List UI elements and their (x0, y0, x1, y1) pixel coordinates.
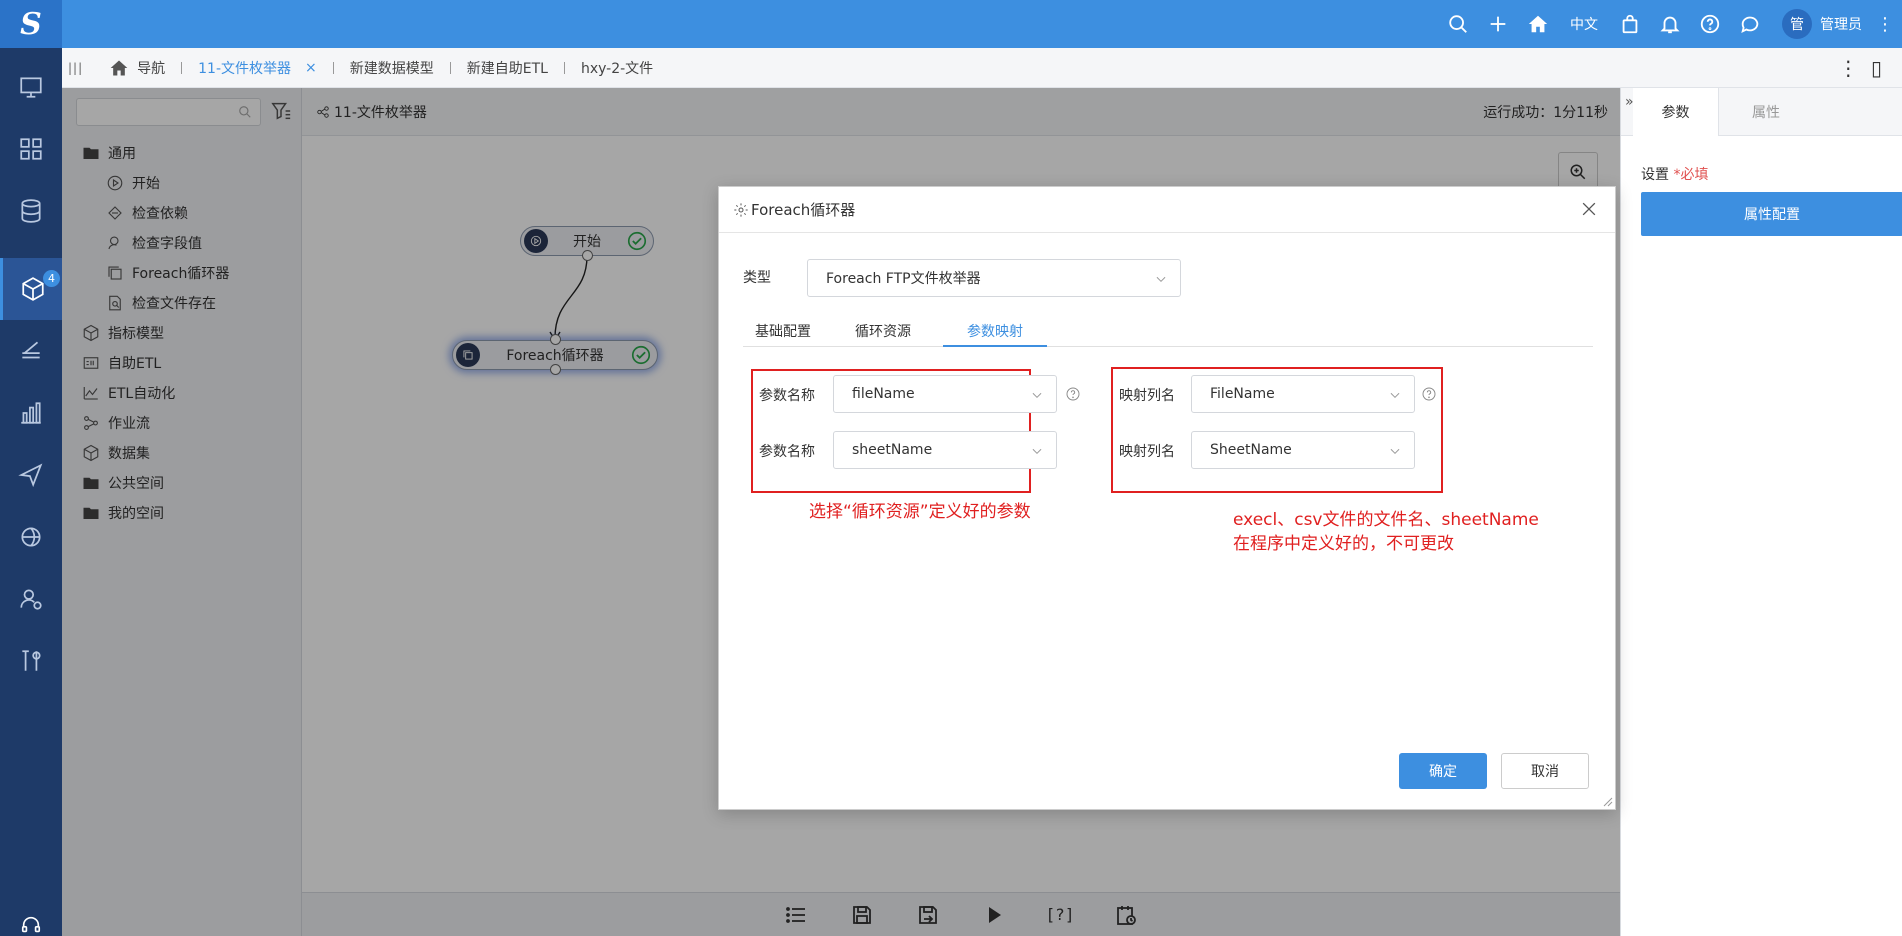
nav-chart-icon[interactable] (0, 382, 62, 444)
tab-hxy-file[interactable]: hxy-2-文件 (565, 48, 669, 88)
home-icon (110, 60, 128, 75)
nav-tools-icon[interactable] (0, 630, 62, 692)
annotation-note-right-2: 在程序中定义好的，不可更改 (1233, 534, 1454, 554)
top-bar: S 中文 管 管理员 ⋮ (0, 0, 1902, 48)
column-value: FileName (1210, 386, 1275, 402)
resize-handle-icon[interactable] (1603, 797, 1613, 807)
map-column-label: 映射列名 (1119, 444, 1175, 460)
collapse-panel-icon[interactable]: » (1625, 94, 1634, 110)
nav-monitor-icon[interactable] (0, 56, 62, 118)
param-select-1[interactable]: fileName (833, 375, 1057, 413)
nav-layers-icon[interactable] (0, 320, 62, 382)
param-value: fileName (852, 386, 915, 402)
type-select[interactable]: Foreach FTP文件枚举器 (807, 259, 1181, 297)
nav-globe-icon[interactable] (0, 506, 62, 568)
bell-icon[interactable] (1650, 0, 1690, 48)
search-icon[interactable] (1438, 0, 1478, 48)
nav-cube-icon[interactable]: 4 (0, 258, 62, 320)
tab-new-etl[interactable]: 新建自助ETL (451, 48, 564, 88)
avatar[interactable]: 管 (1782, 9, 1812, 39)
required-marker: *必填 (1673, 167, 1709, 183)
user-name[interactable]: 管理员 (1820, 14, 1862, 34)
chat-icon[interactable] (1730, 0, 1770, 48)
close-icon[interactable] (1579, 199, 1599, 219)
settings-label: 设置 *必填 (1641, 164, 1708, 184)
map-column-label: 映射列名 (1119, 388, 1175, 404)
headset-icon (21, 916, 41, 933)
home-icon[interactable] (1518, 0, 1558, 48)
type-label: 类型 (743, 270, 771, 286)
chevron-down-icon (1388, 388, 1402, 402)
tab-home[interactable]: 导航 (93, 48, 181, 88)
column-value: SheetName (1210, 442, 1292, 458)
confirm-button[interactable]: 确定 (1399, 753, 1487, 789)
tab-params[interactable]: 参数 (1633, 87, 1719, 136)
nav-database-icon[interactable] (0, 180, 62, 242)
bag-icon[interactable] (1610, 0, 1650, 48)
tab-close-icon[interactable]: × (305, 60, 317, 76)
settings-text: 设置 (1641, 167, 1669, 183)
left-nav: 4 答疑 (0, 48, 62, 936)
language-switch[interactable]: 中文 (1570, 14, 1598, 34)
nav-send-icon[interactable] (0, 444, 62, 506)
help-icon[interactable] (1065, 386, 1081, 402)
cancel-button[interactable]: 取消 (1501, 753, 1589, 789)
tabs-grip-icon[interactable]: ||| (68, 61, 83, 75)
tab-bar: ||| 导航 11-文件枚举器 × 新建数据模型 新建自助ETL hxy-2-文… (62, 48, 1902, 88)
tab-new-data-model[interactable]: 新建数据模型 (334, 48, 450, 88)
chevron-down-icon (1154, 272, 1168, 286)
app-logo[interactable]: S (0, 0, 62, 48)
tab-file-enumerator[interactable]: 11-文件枚举器 × (182, 48, 333, 88)
foreach-dialog: Foreach循环器 类型 Foreach FTP文件枚举器 基础配置 循环资源… (718, 186, 1616, 810)
param-select-2[interactable]: sheetName (833, 431, 1057, 469)
nav-user-settings-icon[interactable] (0, 568, 62, 630)
tab-label: 新建数据模型 (349, 60, 434, 77)
param-name-label: 参数名称 (759, 444, 815, 460)
tab-loop-resource[interactable]: 循环资源 (843, 321, 923, 347)
tab-basic-config[interactable]: 基础配置 (743, 321, 823, 347)
dialog-tabs: 基础配置 循环资源 参数映射 (743, 321, 1593, 347)
dialog-header: Foreach循环器 (719, 187, 1615, 233)
tab-label: 11-文件枚举器 (198, 60, 292, 77)
plus-icon[interactable] (1478, 0, 1518, 48)
more-vertical-icon[interactable]: ⋮ (1876, 14, 1894, 35)
nav-dashboard-icon[interactable] (0, 118, 62, 180)
gear-icon (734, 202, 748, 217)
param-value: sheetName (852, 442, 933, 458)
tab-properties[interactable]: 属性 (1723, 88, 1809, 136)
help-circle-icon[interactable] (1690, 0, 1730, 48)
dialog-title: Foreach循环器 (751, 201, 856, 219)
annotation-note-left: 选择“循环资源”定义好的参数 (809, 502, 1031, 522)
help-qa[interactable]: 答疑 (0, 914, 62, 936)
nav-badge: 4 (43, 270, 60, 287)
tab-param-mapping[interactable]: 参数映射 (943, 321, 1047, 347)
tabs-more-icon[interactable]: ⋮ ▯ (1838, 48, 1882, 88)
chevron-down-icon (1030, 444, 1044, 458)
column-select-1[interactable]: FileName (1191, 375, 1415, 413)
tab-label: hxy-2-文件 (580, 60, 654, 77)
property-config-button[interactable]: 属性配置 (1641, 192, 1902, 236)
param-name-label: 参数名称 (759, 388, 815, 404)
help-icon[interactable] (1421, 386, 1437, 402)
column-select-2[interactable]: SheetName (1191, 431, 1415, 469)
annotation-note-right-1: execl、csv文件的文件名、sheetName (1233, 510, 1539, 530)
right-panel: » 参数 属性 设置 *必填 属性配置 (1620, 87, 1902, 936)
chevron-down-icon (1388, 444, 1402, 458)
chevron-down-icon (1030, 388, 1044, 402)
tab-label: 新建自助ETL (466, 60, 548, 77)
type-value: Foreach FTP文件枚举器 (826, 271, 981, 287)
tab-home-label: 导航 (137, 60, 166, 77)
